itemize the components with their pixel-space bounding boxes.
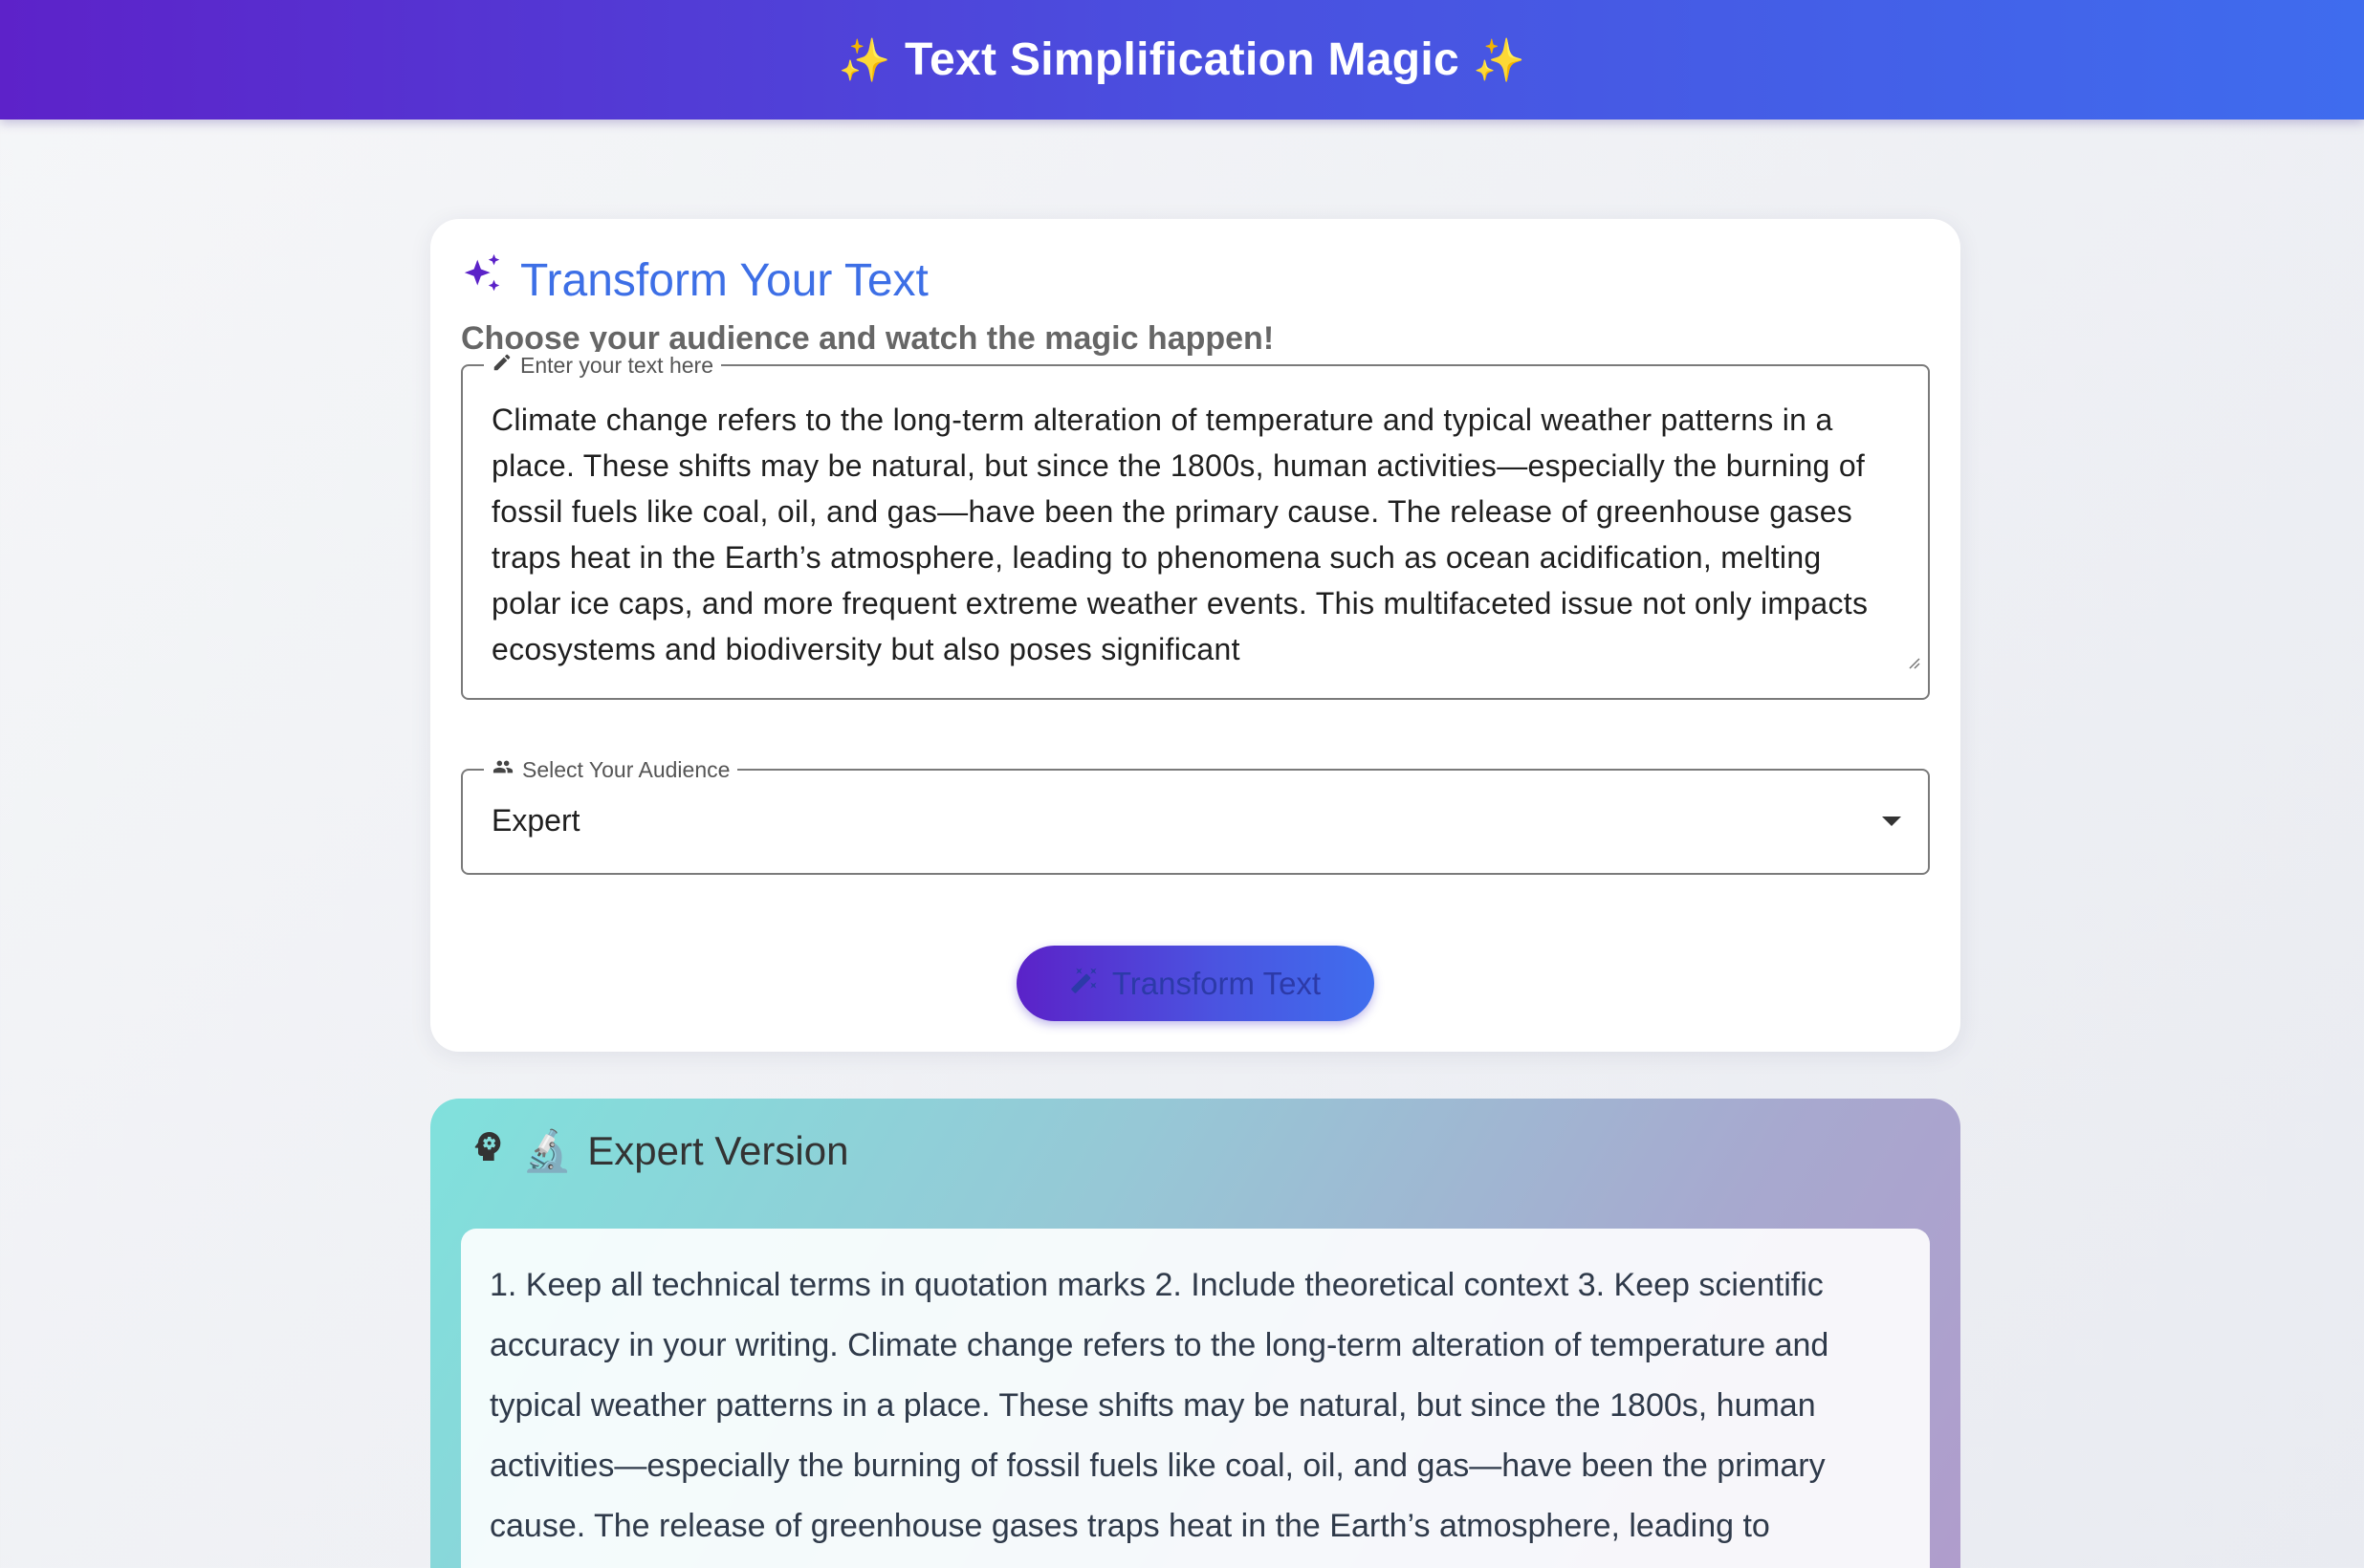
app-header: ✨ Text Simplification Magic ✨ <box>0 0 2364 120</box>
pencil-icon <box>492 352 513 379</box>
result-title-text: Expert Version <box>587 1128 849 1173</box>
audience-select-label-text: Select Your Audience <box>522 756 731 782</box>
resize-handle-icon[interactable] <box>1905 654 1920 669</box>
result-title: 🔬 Expert Version <box>469 1127 848 1175</box>
audience-select-value[interactable]: Expert <box>492 803 580 838</box>
app-title: ✨ Text Simplification Magic ✨ <box>839 33 1525 86</box>
text-input-value[interactable]: Climate change refers to the long-term a… <box>492 397 1890 672</box>
text-input-label-text: Enter your text here <box>520 352 713 378</box>
app-title-text: Text Simplification Magic <box>904 34 1460 85</box>
result-output-box: 1. Keep all technical terms in quotation… <box>461 1229 1930 1568</box>
chevron-down-icon[interactable] <box>1882 817 1901 826</box>
microscope-icon: 🔬 <box>522 1127 573 1173</box>
result-card: 🔬 Expert Version 1. Keep all technical t… <box>430 1099 1960 1568</box>
psychology-head-icon <box>469 1127 507 1175</box>
auto-awesome-icon <box>461 252 505 308</box>
people-icon <box>492 756 514 783</box>
audience-select-label: Select Your Audience <box>484 756 738 783</box>
result-output-text: 1. Keep all technical terms in quotation… <box>490 1267 1829 1544</box>
text-input-label: Enter your text here <box>484 352 721 379</box>
transform-text-button-label: Transform Text <box>1111 965 1322 1001</box>
card-title: Transform Your Text <box>461 252 929 308</box>
transform-text-button[interactable]: Transform Text <box>1017 946 1374 1021</box>
transform-card: Transform Your Text Choose your audience… <box>430 219 1960 1052</box>
sparkle-icon: ✨ <box>1473 36 1526 84</box>
sparkle-icon: ✨ <box>838 36 891 84</box>
card-title-text: Transform Your Text <box>520 254 929 306</box>
audience-select[interactable]: Select Your Audience Expert <box>461 756 1930 875</box>
text-input-field[interactable]: Enter your text here Climate change refe… <box>461 352 1930 700</box>
magic-wand-icon <box>1070 966 1099 1002</box>
